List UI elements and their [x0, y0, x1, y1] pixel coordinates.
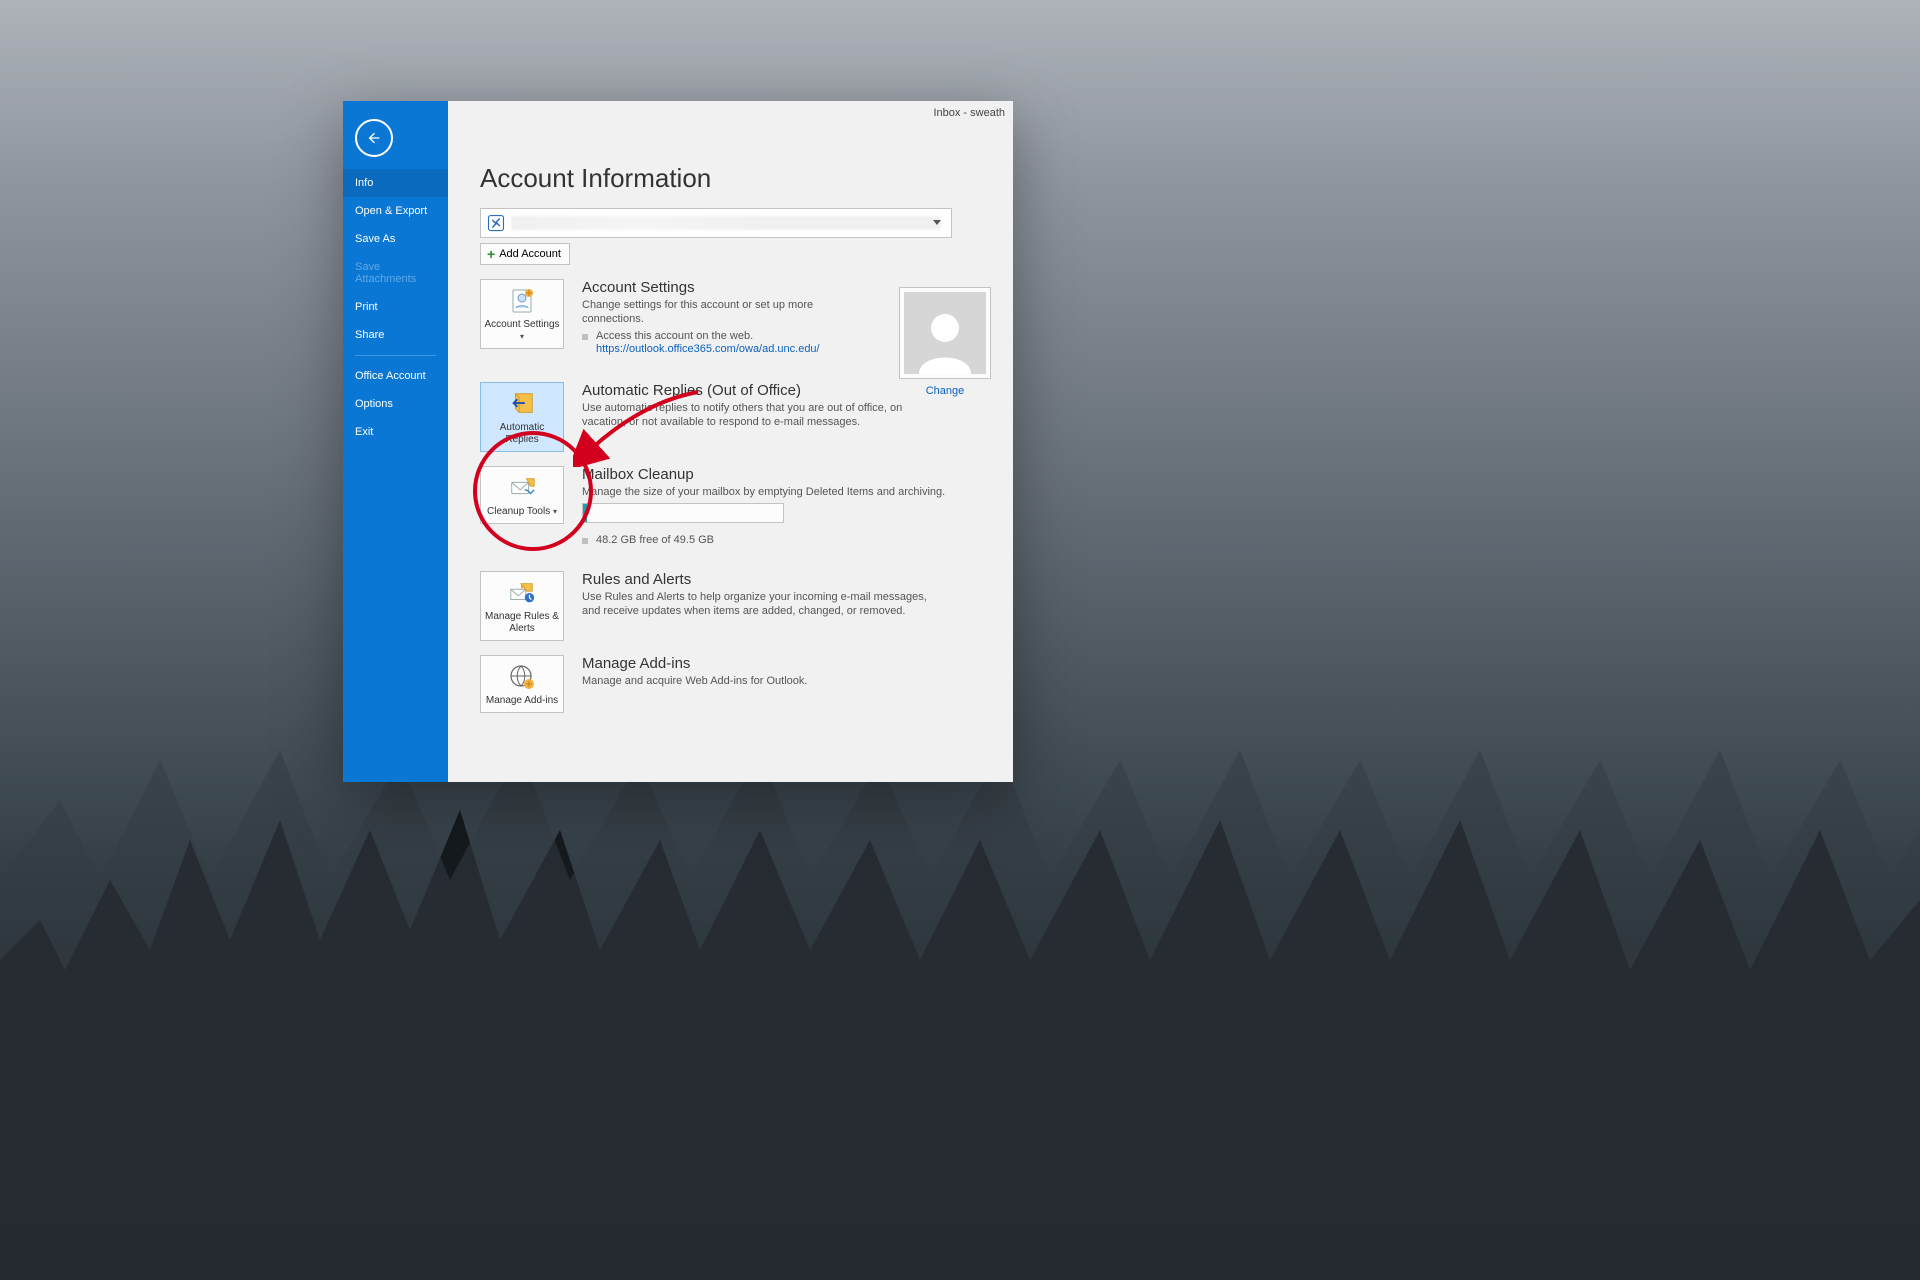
add-account-button[interactable]: + Add Account [480, 243, 570, 265]
account-settings-desc: Change settings for this account or set … [582, 298, 842, 326]
sidebar-item-share[interactable]: Share [343, 321, 448, 349]
account-settings-icon [508, 287, 536, 315]
chevron-down-icon: ▾ [520, 332, 524, 341]
cleanup-tools-icon [508, 474, 536, 502]
account-settings-button[interactable]: Account Settings ▾ [480, 279, 564, 349]
change-photo-link[interactable]: Change [899, 385, 991, 397]
account-avatar-block: Change [899, 287, 991, 397]
rules-alerts-icon [508, 579, 536, 607]
plus-icon: + [487, 248, 495, 260]
sidebar-item-print[interactable]: Print [343, 293, 448, 321]
sidebar-item-info[interactable]: Info [343, 169, 448, 197]
person-icon [909, 302, 981, 374]
rules-alerts-desc: Use Rules and Alerts to help organize yo… [582, 590, 942, 618]
addins-title: Manage Add-ins [582, 655, 993, 672]
sidebar-item-open-export[interactable]: Open & Export [343, 197, 448, 225]
rules-alerts-title: Rules and Alerts [582, 571, 942, 588]
outlook-backstage-window: Inbox - sweath Info Open & Export Save A… [343, 101, 1013, 782]
avatar-placeholder [904, 292, 986, 374]
sidebar-menu-upper: Info Open & Export Save As Save Attachme… [343, 169, 448, 446]
addins-icon [508, 663, 536, 691]
sidebar-item-office-account[interactable]: Office Account [343, 362, 448, 390]
automatic-replies-button[interactable]: Automatic Replies [480, 382, 564, 452]
back-button[interactable] [355, 119, 393, 157]
automatic-replies-desc: Use automatic replies to notify others t… [582, 401, 942, 429]
desktop-background: Inbox - sweath Info Open & Export Save A… [0, 0, 1920, 1280]
owa-link[interactable]: https://outlook.office365.com/owa/ad.unc… [596, 342, 842, 356]
automatic-replies-title: Automatic Replies (Out of Office) [582, 382, 942, 399]
avatar-frame [899, 287, 991, 379]
account-settings-subline: Access this account on the web. [596, 330, 842, 342]
mailbox-cleanup-desc: Manage the size of your mailbox by empty… [582, 485, 993, 499]
automatic-replies-icon [508, 390, 536, 418]
sidebar-separator [355, 355, 436, 356]
account-email-redacted [511, 216, 941, 230]
manage-addins-button[interactable]: Manage Add-ins [480, 655, 564, 713]
main-panel: Account Information + Add Account [448, 101, 1013, 782]
mailbox-cleanup-title: Mailbox Cleanup [582, 466, 993, 483]
addins-desc: Manage and acquire Web Add-ins for Outlo… [582, 674, 993, 688]
sidebar-item-options[interactable]: Options [343, 390, 448, 418]
storage-text: 48.2 GB free of 49.5 GB [596, 534, 993, 546]
section-rules-alerts: Manage Rules & Alerts Rules and Alerts U… [480, 571, 993, 641]
section-mailbox-cleanup: Cleanup Tools ▾ Mailbox Cleanup Manage t… [480, 466, 993, 557]
backstage-sidebar: Info Open & Export Save As Save Attachme… [343, 101, 448, 782]
chevron-down-icon [933, 220, 941, 225]
exchange-icon [487, 214, 505, 232]
add-account-label: Add Account [499, 248, 561, 260]
sidebar-item-save-as[interactable]: Save As [343, 225, 448, 253]
chevron-down-icon: ▾ [553, 507, 557, 516]
back-arrow-icon [366, 130, 382, 146]
sidebar-item-save-attachments: Save Attachments [343, 253, 448, 293]
account-dropdown[interactable] [480, 208, 952, 238]
sidebar-item-exit[interactable]: Exit [343, 418, 448, 446]
storage-used-fill [583, 504, 587, 522]
cleanup-tools-button[interactable]: Cleanup Tools ▾ [480, 466, 564, 524]
account-settings-title: Account Settings [582, 279, 842, 296]
page-title: Account Information [480, 163, 993, 194]
manage-rules-button[interactable]: Manage Rules & Alerts [480, 571, 564, 641]
storage-bar [582, 503, 784, 523]
section-manage-addins: Manage Add-ins Manage Add-ins Manage and… [480, 655, 993, 713]
